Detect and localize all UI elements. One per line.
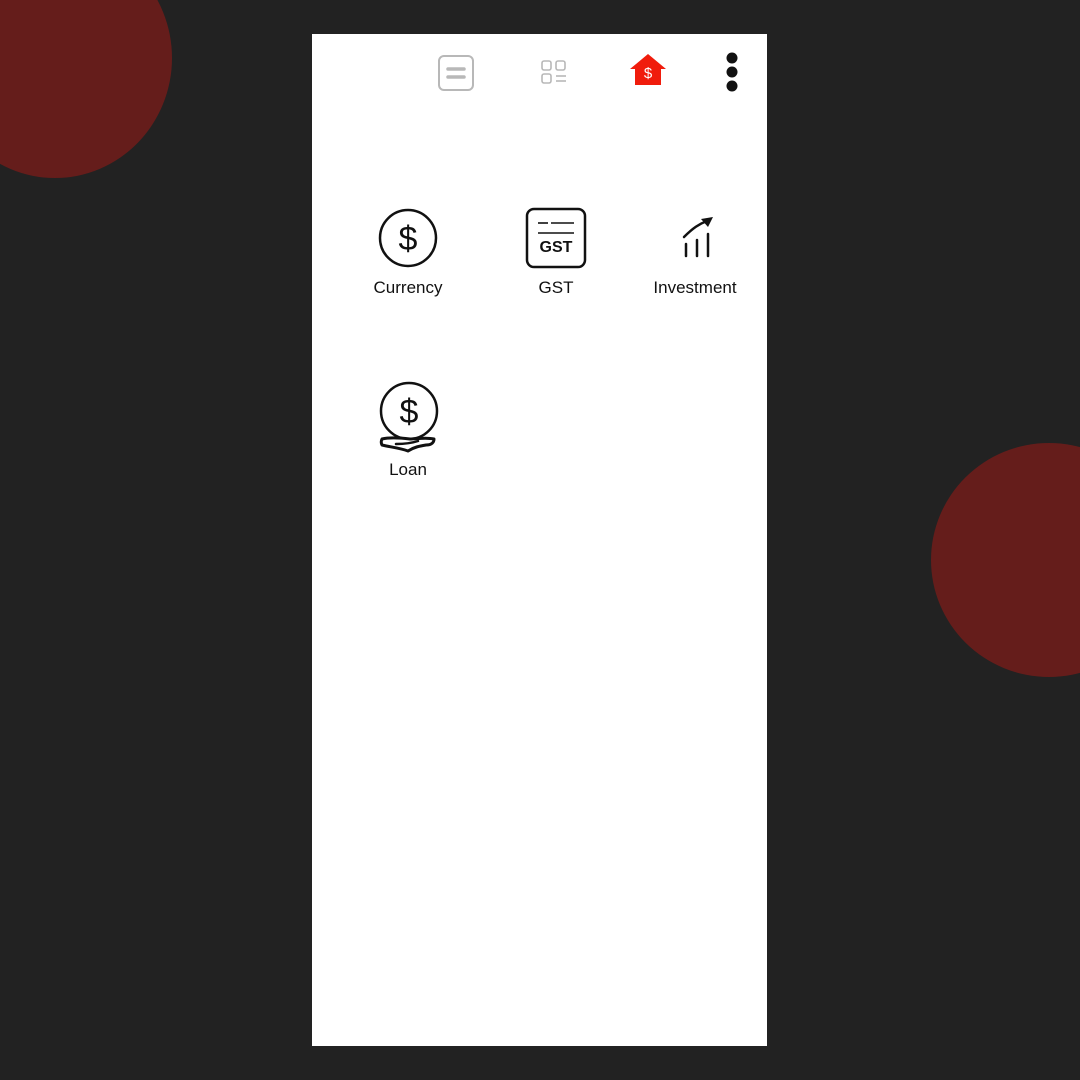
home-dollar-symbol: $ [644,65,653,82]
app-screen: $ $ Currency GST GST Investment $ Loan [312,34,767,1046]
tile-investment[interactable]: Investment [645,206,745,298]
decorative-circle-top-left [0,0,172,178]
svg-text:$: $ [399,220,418,258]
gst-invoice-icon: GST [525,207,587,269]
tile-gst[interactable]: GST GST [506,206,606,298]
more-options-button[interactable] [720,52,744,92]
dollar-home-icon: $ [630,54,666,85]
gst-icon-text: GST [540,239,573,256]
list-view-icon [438,55,474,91]
home-button[interactable]: $ [628,52,668,88]
list-view-button[interactable] [438,55,474,91]
svg-text:$: $ [400,393,419,431]
more-vertical-icon [726,52,738,92]
tile-loan[interactable]: $ Loan [358,381,458,480]
growth-chart-icon [682,217,713,258]
tile-label: Currency [373,278,443,297]
tile-label: Loan [389,460,427,479]
grid-view-icon [541,60,566,84]
grid-view-button[interactable] [536,55,572,91]
tile-label: GST [538,278,574,297]
decorative-circle-bottom-right [931,443,1080,677]
currency-dollar-icon: $ [378,208,438,268]
tile-label: Investment [653,278,737,297]
tile-currency[interactable]: $ Currency [358,206,458,298]
loan-hand-coin-icon: $ [379,381,439,453]
